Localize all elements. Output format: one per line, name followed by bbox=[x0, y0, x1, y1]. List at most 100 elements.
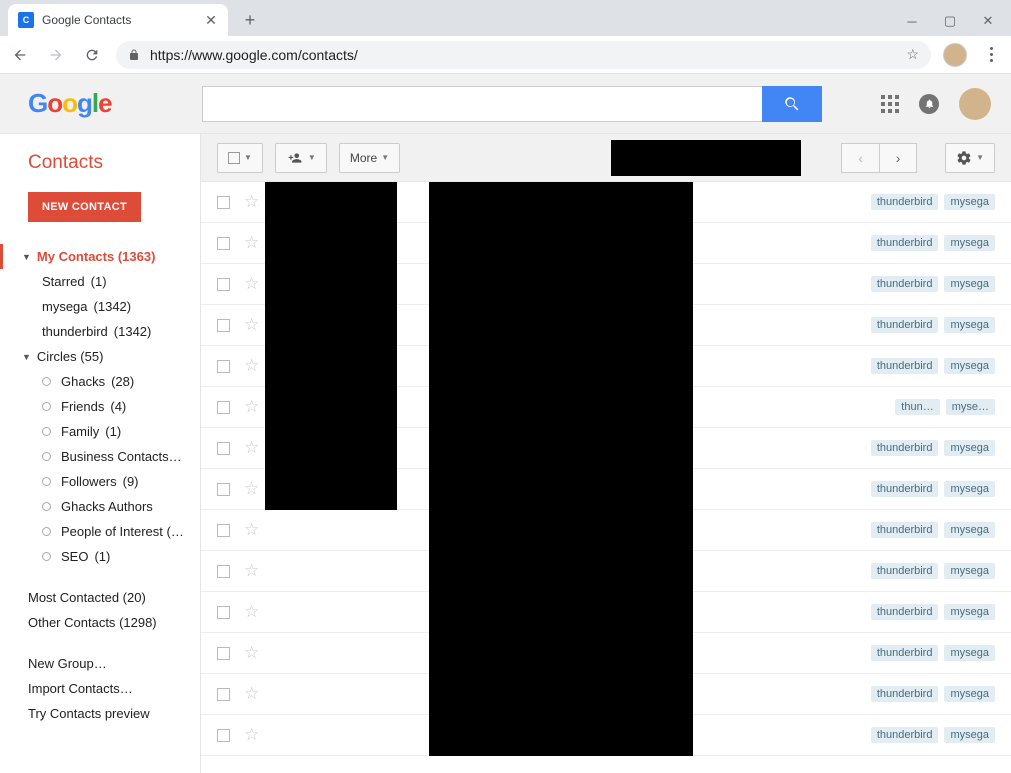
sidebar-circle-item[interactable]: Business Contacts… bbox=[0, 444, 200, 469]
contact-tag[interactable]: mysega bbox=[944, 235, 995, 251]
contact-tag[interactable]: myse… bbox=[946, 399, 995, 415]
row-checkbox[interactable] bbox=[217, 729, 230, 742]
star-icon[interactable]: ☆ bbox=[244, 561, 259, 581]
sidebar-sub-thunderbird[interactable]: thunderbird (1342) bbox=[0, 319, 200, 344]
star-icon[interactable]: ☆ bbox=[244, 438, 259, 458]
contact-tag[interactable]: thunderbird bbox=[871, 645, 939, 661]
contact-tag[interactable]: mysega bbox=[944, 522, 995, 538]
contact-tag[interactable]: thunderbird bbox=[871, 358, 939, 374]
contact-tag[interactable]: thunderbird bbox=[871, 194, 939, 210]
contact-tag[interactable]: mysega bbox=[944, 440, 995, 456]
sidebar-circles[interactable]: ▼ Circles (55) bbox=[0, 344, 200, 369]
search-button[interactable] bbox=[762, 86, 822, 122]
row-checkbox[interactable] bbox=[217, 442, 230, 455]
contact-tag[interactable]: thunderbird bbox=[871, 604, 939, 620]
sidebar-try-preview[interactable]: Try Contacts preview bbox=[0, 701, 200, 726]
google-apps-icon[interactable] bbox=[881, 95, 899, 113]
star-icon[interactable]: ☆ bbox=[244, 643, 259, 663]
contact-tag[interactable]: thunderbird bbox=[871, 481, 939, 497]
sidebar-circle-item[interactable]: Ghacks (28) bbox=[0, 369, 200, 394]
row-checkbox[interactable] bbox=[217, 319, 230, 332]
star-icon[interactable]: ☆ bbox=[244, 274, 259, 294]
star-icon[interactable]: ☆ bbox=[244, 315, 259, 335]
row-checkbox[interactable] bbox=[217, 565, 230, 578]
sidebar-sub-starred[interactable]: Starred (1) bbox=[0, 269, 200, 294]
contact-tag[interactable]: thunderbird bbox=[871, 727, 939, 743]
window-minimize-icon[interactable]: ─ bbox=[905, 14, 919, 28]
star-icon[interactable]: ☆ bbox=[244, 397, 259, 417]
row-checkbox[interactable] bbox=[217, 401, 230, 414]
browser-tab[interactable]: C Google Contacts ✕ bbox=[8, 4, 228, 36]
account-avatar[interactable] bbox=[959, 88, 991, 120]
address-bar[interactable]: https://www.google.com/contacts/ ☆ bbox=[116, 41, 931, 69]
star-icon[interactable]: ☆ bbox=[244, 602, 259, 622]
row-checkbox[interactable] bbox=[217, 196, 230, 209]
sidebar-circle-item[interactable]: Ghacks Authors bbox=[0, 494, 200, 519]
contact-tag[interactable]: thunderbird bbox=[871, 276, 939, 292]
contact-tag[interactable]: mysega bbox=[944, 563, 995, 579]
sidebar-circle-item[interactable]: People of Interest (… bbox=[0, 519, 200, 544]
next-page-button[interactable]: › bbox=[879, 143, 917, 173]
row-checkbox[interactable] bbox=[217, 278, 230, 291]
add-to-group-button[interactable]: ▼ bbox=[275, 143, 327, 173]
contact-tag[interactable]: thunderbird bbox=[871, 563, 939, 579]
sidebar-my-contacts[interactable]: ▼ My Contacts (1363) bbox=[0, 244, 200, 269]
contact-tag[interactable]: mysega bbox=[944, 358, 995, 374]
bookmark-star-icon[interactable]: ☆ bbox=[906, 46, 919, 63]
contact-list[interactable]: ☆ thunderbird mysega ☆ thunderbird mysega ☆ thu… bbox=[201, 182, 1011, 773]
prev-page-button[interactable]: ‹ bbox=[841, 143, 879, 173]
profile-avatar-small[interactable] bbox=[943, 43, 967, 67]
back-button[interactable] bbox=[8, 43, 32, 67]
new-contact-button[interactable]: NEW CONTACT bbox=[28, 192, 141, 222]
star-icon[interactable]: ☆ bbox=[244, 479, 259, 499]
row-checkbox[interactable] bbox=[217, 360, 230, 373]
contact-tag[interactable]: mysega bbox=[944, 276, 995, 292]
star-icon[interactable]: ☆ bbox=[244, 356, 259, 376]
contact-tag[interactable]: thunderbird bbox=[871, 686, 939, 702]
row-checkbox[interactable] bbox=[217, 688, 230, 701]
contact-tag[interactable]: thunderbird bbox=[871, 440, 939, 456]
row-checkbox[interactable] bbox=[217, 483, 230, 496]
select-all-button[interactable]: ▼ bbox=[217, 143, 263, 173]
chrome-menu-button[interactable] bbox=[979, 47, 1003, 62]
sidebar-circle-item[interactable]: Family (1) bbox=[0, 419, 200, 444]
contact-tag[interactable]: thun… bbox=[895, 399, 939, 415]
row-checkbox[interactable] bbox=[217, 524, 230, 537]
sidebar-circle-item[interactable]: Friends (4) bbox=[0, 394, 200, 419]
sidebar-most-contacted[interactable]: Most Contacted (20) bbox=[0, 585, 200, 610]
notifications-icon[interactable] bbox=[919, 94, 939, 114]
forward-button[interactable] bbox=[44, 43, 68, 67]
sidebar-import-contacts[interactable]: Import Contacts… bbox=[0, 676, 200, 701]
row-checkbox[interactable] bbox=[217, 647, 230, 660]
search-input[interactable] bbox=[202, 86, 762, 122]
contact-tag[interactable]: mysega bbox=[944, 604, 995, 620]
contact-tag[interactable]: mysega bbox=[944, 481, 995, 497]
row-checkbox[interactable] bbox=[217, 237, 230, 250]
contact-tag[interactable]: mysega bbox=[944, 686, 995, 702]
star-icon[interactable]: ☆ bbox=[244, 192, 259, 212]
row-checkbox[interactable] bbox=[217, 606, 230, 619]
star-icon[interactable]: ☆ bbox=[244, 725, 259, 745]
google-logo[interactable]: Google bbox=[28, 88, 112, 119]
window-maximize-icon[interactable]: ▢ bbox=[943, 14, 957, 28]
contact-tag[interactable]: mysega bbox=[944, 727, 995, 743]
reload-button[interactable] bbox=[80, 43, 104, 67]
sidebar-circle-item[interactable]: SEO (1) bbox=[0, 544, 200, 569]
contact-tag[interactable]: mysega bbox=[944, 194, 995, 210]
star-icon[interactable]: ☆ bbox=[244, 520, 259, 540]
sidebar-other-contacts[interactable]: Other Contacts (1298) bbox=[0, 610, 200, 635]
contact-tag[interactable]: thunderbird bbox=[871, 235, 939, 251]
star-icon[interactable]: ☆ bbox=[244, 233, 259, 253]
settings-button[interactable]: ▼ bbox=[945, 143, 995, 173]
window-close-icon[interactable]: ✕ bbox=[981, 14, 995, 28]
contact-tag[interactable]: thunderbird bbox=[871, 317, 939, 333]
sidebar-circle-item[interactable]: Followers (9) bbox=[0, 469, 200, 494]
tab-close-icon[interactable]: ✕ bbox=[204, 13, 218, 27]
sidebar-new-group[interactable]: New Group… bbox=[0, 651, 200, 676]
contact-tag[interactable]: mysega bbox=[944, 317, 995, 333]
contact-tag[interactable]: thunderbird bbox=[871, 522, 939, 538]
star-icon[interactable]: ☆ bbox=[244, 684, 259, 704]
contact-tag[interactable]: mysega bbox=[944, 645, 995, 661]
sidebar-sub-mysega[interactable]: mysega (1342) bbox=[0, 294, 200, 319]
new-tab-button[interactable]: + bbox=[236, 6, 264, 34]
